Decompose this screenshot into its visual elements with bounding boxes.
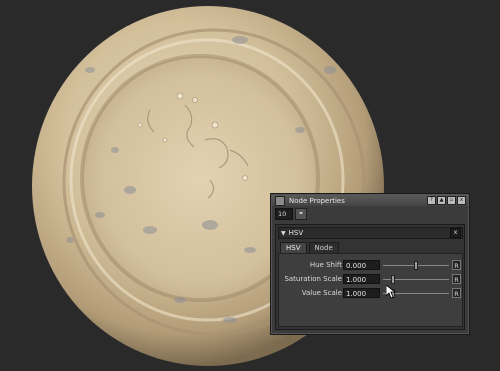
pin-button[interactable]: ▲ [437,196,446,205]
link-icon[interactable]: ⚭ [295,208,307,220]
collapse-arrow-icon[interactable]: ▼ [281,230,286,237]
mouse-pointer-icon [386,285,396,299]
tab-node[interactable]: Node [308,242,339,253]
param-row-hue-shift: Hue Shift 0.000 R [279,260,462,271]
reset-button[interactable]: R [452,260,461,270]
panel-toolbar: 10 ⚭ [275,208,307,220]
node-properties-panel: Node Properties ? ▲ ▫ x 10 ⚭ ▼ HSV x HSV… [270,193,470,335]
panel-titlebar[interactable]: Node Properties ? ▲ ▫ x [272,195,468,206]
float-button[interactable]: ▫ [447,196,456,205]
node-icon [275,195,285,206]
tab-bar: HSV Node [280,242,339,253]
param-slider[interactable] [383,275,449,284]
param-value-field[interactable]: 1.000 [343,274,380,284]
section-title: HSV [288,229,304,237]
tab-body: Hue Shift 0.000 R Saturation Scale 1.000… [278,253,463,327]
help-button[interactable]: ? [427,196,436,205]
slider-thumb[interactable] [414,261,418,270]
param-label: Hue Shift [309,261,342,269]
param-slider[interactable] [383,261,449,270]
section-close-button[interactable]: x [450,228,461,238]
param-label: Value Scale [301,289,342,297]
section-header[interactable]: ▼ HSV x [278,227,463,239]
param-row-saturation-scale: Saturation Scale 1.000 R [279,274,462,285]
window-controls: ? ▲ ▫ x [427,196,466,205]
param-value-field[interactable]: 0.000 [343,260,380,270]
history-field[interactable]: 10 [275,208,293,220]
panel-content: ▼ HSV x HSV Node Hue Shift 0.000 R Satur… [275,224,465,330]
panel-title: Node Properties [289,196,345,205]
slider-thumb[interactable] [390,275,395,284]
reset-button[interactable]: R [452,288,461,298]
tab-hsv[interactable]: HSV [280,242,307,253]
param-row-value-scale: Value Scale 1.000 R [279,288,462,299]
param-label: Saturation Scale [284,275,342,283]
param-value-field[interactable]: 1.000 [343,288,380,298]
close-window-button[interactable]: x [457,196,466,205]
reset-button[interactable]: R [452,274,461,284]
